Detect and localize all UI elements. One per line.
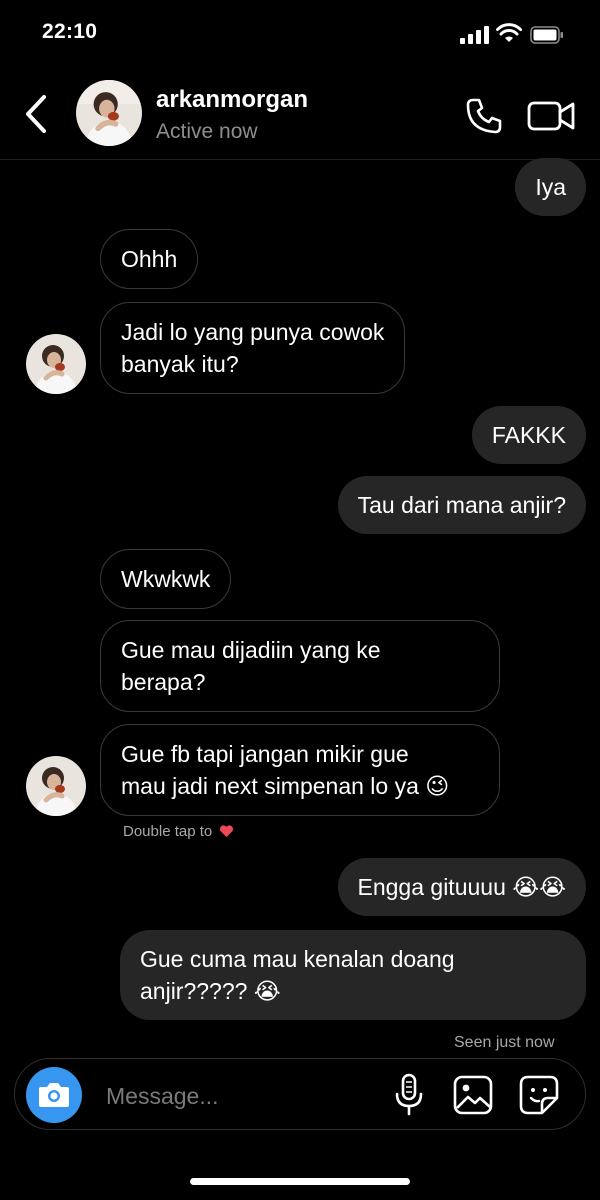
status-time: 22:10 (42, 20, 98, 43)
message-text: Ohhh (121, 246, 178, 272)
message-text: Tau dari mana anjir? (357, 492, 566, 518)
message-bubble-outgoing[interactable]: FAKKK (471, 406, 586, 464)
header-divider (0, 159, 600, 160)
message-text: Engga gituuuu 😭😭 (357, 874, 567, 900)
active-status: Active now (156, 120, 258, 143)
cellular-signal-icon (460, 26, 490, 44)
video-camera-icon[interactable] (526, 96, 576, 136)
double-tap-hint: Double tap to (123, 823, 234, 840)
sender-avatar[interactable] (26, 756, 86, 816)
seen-status: Seen just now (454, 1034, 555, 1051)
message-text: Gue cuma mau kenalan doang (140, 946, 455, 972)
message-bubble-incoming[interactable]: Gue fb tapi jangan mikir gue mau jadi ne… (100, 724, 500, 816)
message-text: FAKKK (491, 422, 566, 448)
camera-icon (39, 1083, 69, 1107)
sender-avatar[interactable] (26, 334, 86, 394)
message-bubble-outgoing[interactable]: Gue cuma mau kenalan doang anjir????? 😭 (120, 930, 586, 1020)
chat-username[interactable]: arkanmorgan (156, 86, 308, 114)
message-bubble-outgoing[interactable]: Engga gituuuu 😭😭 (337, 858, 586, 916)
message-bubble-outgoing[interactable]: Iya (515, 158, 586, 216)
image-icon[interactable] (452, 1074, 494, 1116)
wifi-icon (496, 23, 522, 42)
message-bubble-incoming[interactable]: Gue mau dijadiin yang ke berapa? (100, 620, 500, 712)
message-text: banyak itu? (121, 351, 239, 377)
double-tap-label: Double tap to (123, 823, 213, 840)
microphone-icon[interactable] (392, 1072, 426, 1118)
battery-icon (530, 26, 563, 44)
message-text: anjir????? 😭 (140, 978, 281, 1004)
message-bubble-incoming[interactable]: Jadi lo yang punya cowok banyak itu? (100, 302, 406, 394)
profile-avatar[interactable] (76, 80, 142, 146)
message-text: mau jadi next simpenan lo ya 😉 (121, 773, 450, 799)
message-bubble-outgoing[interactable]: Tau dari mana anjir? (337, 476, 586, 534)
message-text: berapa? (121, 669, 206, 695)
message-text: Iya (535, 174, 566, 200)
message-text: Gue fb tapi jangan mikir gue (121, 741, 409, 767)
sticker-icon[interactable] (518, 1074, 560, 1116)
message-text: Jadi lo yang punya cowok (121, 319, 385, 345)
phone-icon[interactable] (464, 96, 504, 136)
home-indicator (190, 1178, 410, 1185)
back-button[interactable] (22, 92, 52, 136)
message-bubble-incoming[interactable]: Ohhh (100, 229, 199, 289)
message-input[interactable] (104, 1078, 378, 1114)
message-text: Wkwkwk (121, 566, 211, 592)
message-bubble-incoming[interactable]: Wkwkwk (100, 549, 232, 609)
heart-icon (220, 825, 234, 838)
message-text: Gue mau dijadiin yang ke (121, 637, 381, 663)
camera-button[interactable] (26, 1067, 82, 1123)
